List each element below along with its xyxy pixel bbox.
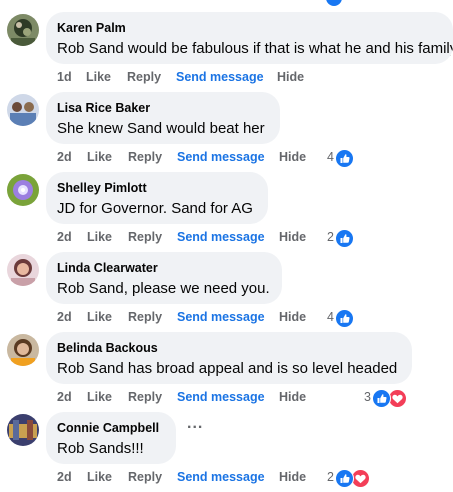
- comment-text: Rob Sand has broad appeal and is so leve…: [57, 360, 398, 377]
- send-message-button[interactable]: Send message: [177, 389, 265, 405]
- reaction-count: 3: [364, 390, 371, 404]
- comment-author[interactable]: Connie Campbell: [57, 420, 164, 436]
- like-icon: [372, 389, 391, 408]
- avatar[interactable]: [7, 254, 39, 286]
- send-message-button[interactable]: Send message: [177, 229, 265, 245]
- previous-comment-tail: [0, 0, 453, 6]
- like-button[interactable]: Like: [87, 229, 112, 245]
- avatar[interactable]: [7, 334, 39, 366]
- comment-text: She knew Sand would beat her: [57, 120, 265, 137]
- reaction-count: 4: [327, 310, 334, 324]
- hide-button[interactable]: Hide: [277, 69, 304, 85]
- comment-author[interactable]: Karen Palm: [57, 20, 441, 36]
- comment-time[interactable]: 1d: [57, 69, 72, 85]
- comment-author[interactable]: Belinda Backous: [57, 340, 400, 356]
- like-icon: [335, 149, 354, 168]
- comment-bubble: Connie Campbell Rob Sands!!!: [46, 412, 176, 464]
- more-options-button[interactable]: ...: [187, 416, 203, 432]
- comment-text: Rob Sands!!!: [57, 440, 144, 457]
- comment-bubble: Shelley Pimlott JD for Governor. Sand fo…: [46, 172, 268, 224]
- like-button[interactable]: Like: [87, 149, 112, 165]
- comment-author[interactable]: Lisa Rice Baker: [57, 100, 268, 116]
- reply-button[interactable]: Reply: [128, 149, 162, 165]
- comment: Karen Palm Rob Sand would be fabulous if…: [0, 12, 453, 92]
- comment-text: JD for Governor. Sand for AG: [57, 200, 253, 217]
- avatar[interactable]: [7, 94, 39, 126]
- reaction-count: 2: [327, 230, 334, 244]
- comment-bubble: Lisa Rice Baker She knew Sand would beat…: [46, 92, 280, 144]
- comment: Connie Campbell Rob Sands!!! ... 2d Like…: [0, 412, 453, 492]
- reply-button[interactable]: Reply: [128, 229, 162, 245]
- hide-button[interactable]: Hide: [279, 469, 306, 485]
- comment-author[interactable]: Linda Clearwater: [57, 260, 270, 276]
- reaction-count: 2: [327, 470, 334, 484]
- comment-time[interactable]: 2d: [57, 229, 72, 245]
- like-button[interactable]: Like: [87, 309, 112, 325]
- send-message-button[interactable]: Send message: [177, 309, 265, 325]
- hide-button[interactable]: Hide: [279, 229, 306, 245]
- like-icon: [335, 309, 354, 328]
- reaction-count: 4: [327, 150, 334, 164]
- like-icon: [335, 469, 354, 488]
- send-message-button[interactable]: Send message: [177, 469, 265, 485]
- comment-bubble: Belinda Backous Rob Sand has broad appea…: [46, 332, 412, 384]
- reply-button[interactable]: Reply: [128, 309, 162, 325]
- comment-bubble: Karen Palm Rob Sand would be fabulous if…: [46, 12, 453, 64]
- hide-button[interactable]: Hide: [279, 149, 306, 165]
- comment: Lisa Rice Baker She knew Sand would beat…: [0, 92, 453, 172]
- comment-time[interactable]: 2d: [57, 149, 72, 165]
- comment-time[interactable]: 2d: [57, 309, 72, 325]
- hide-button[interactable]: Hide: [279, 389, 306, 405]
- like-button[interactable]: Like: [87, 389, 112, 405]
- comment-time[interactable]: 2d: [57, 469, 72, 485]
- comment-bubble: Linda Clearwater Rob Sand, please we nee…: [46, 252, 282, 304]
- like-button[interactable]: Like: [86, 69, 111, 85]
- comment-author[interactable]: Shelley Pimlott: [57, 180, 256, 196]
- hide-button[interactable]: Hide: [279, 309, 306, 325]
- reply-button[interactable]: Reply: [128, 389, 162, 405]
- reply-button[interactable]: Reply: [127, 69, 161, 85]
- send-message-button[interactable]: Send message: [176, 69, 264, 85]
- comment: Belinda Backous Rob Sand has broad appea…: [0, 332, 453, 412]
- comment-text: Rob Sand would be fabulous if that is wh…: [57, 40, 453, 57]
- avatar[interactable]: [7, 14, 39, 46]
- avatar[interactable]: [7, 414, 39, 446]
- like-icon: [335, 229, 354, 248]
- comment: Linda Clearwater Rob Sand, please we nee…: [0, 252, 453, 332]
- avatar[interactable]: [7, 174, 39, 206]
- reaction-icon-partial: [326, 0, 342, 6]
- comment-text: Rob Sand, please we need you.: [57, 280, 270, 297]
- reply-button[interactable]: Reply: [128, 469, 162, 485]
- send-message-button[interactable]: Send message: [177, 149, 265, 165]
- comment: Shelley Pimlott JD for Governor. Sand fo…: [0, 172, 453, 252]
- comment-time[interactable]: 2d: [57, 389, 72, 405]
- like-button[interactable]: Like: [87, 469, 112, 485]
